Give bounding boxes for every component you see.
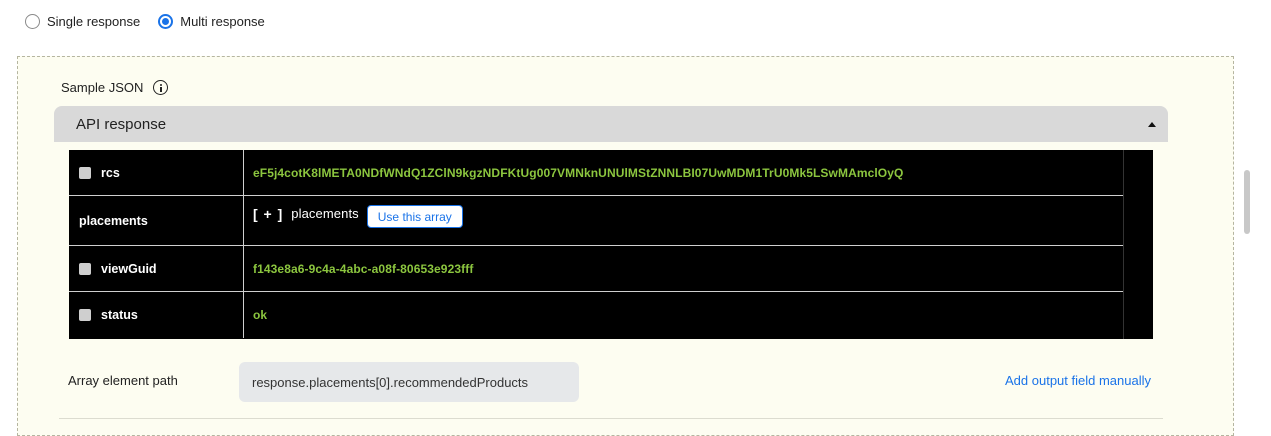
expand-array-toggle[interactable]: [ + ]: [253, 206, 283, 222]
response-mode-group: Single response Multi response: [25, 14, 283, 29]
divider: [59, 418, 1163, 419]
api-response-accordion[interactable]: API response: [54, 106, 1168, 142]
json-row-placements: placements [ + ] placements Use this arr…: [69, 196, 1123, 246]
accordion-title: API response: [76, 115, 167, 133]
json-value: eF5j4cotK8lMETA0NDfWNdQ1ZClN9kgzNDFKtUg0…: [253, 165, 904, 180]
use-this-array-button[interactable]: Use this array: [366, 205, 463, 228]
sample-json-header: Sample JSON: [61, 80, 169, 95]
json-value: f143e8a6-9c4a-4abc-a08f-80653e923fff: [253, 261, 474, 276]
caret-up-icon[interactable]: [1148, 121, 1156, 127]
json-key: rcs: [101, 165, 120, 180]
json-key-cell: rcs: [69, 150, 244, 195]
rcs-checkbox[interactable]: [79, 166, 91, 179]
json-value-cell: ok: [244, 292, 1123, 338]
table-scrollbar[interactable]: [1123, 150, 1153, 339]
array-path-input[interactable]: [239, 362, 579, 402]
json-tree-table: rcs eF5j4cotK8lMETA0NDfWNdQ1ZClN9kgzNDFK…: [69, 150, 1153, 339]
json-row-status: status ok: [69, 292, 1123, 338]
json-key-cell: viewGuid: [69, 246, 244, 291]
array-path-label: Array element path: [68, 373, 178, 388]
json-value-cell: [ + ] placements Use this array: [244, 196, 1123, 245]
response-config-panel: Sample JSON API response rcs eF5j4cotK8l…: [17, 56, 1234, 436]
json-row-rcs: rcs eF5j4cotK8lMETA0NDfWNdQ1ZClN9kgzNDFK…: [69, 150, 1123, 196]
sample-json-label: Sample JSON: [61, 80, 144, 95]
multi-response-label: Multi response: [180, 14, 265, 29]
json-value-cell: eF5j4cotK8lMETA0NDfWNdQ1ZClN9kgzNDFKtUg0…: [244, 150, 1123, 195]
json-rows: rcs eF5j4cotK8lMETA0NDfWNdQ1ZClN9kgzNDFK…: [69, 150, 1123, 339]
page-scrollbar[interactable]: [1244, 170, 1250, 234]
json-row-viewguid: viewGuid f143e8a6-9c4a-4abc-a08f-80653e9…: [69, 246, 1123, 292]
multi-response-radio[interactable]: [158, 14, 174, 29]
json-value-cell: f143e8a6-9c4a-4abc-a08f-80653e923fff: [244, 246, 1123, 291]
add-output-field-link[interactable]: Add output field manually: [1005, 373, 1151, 388]
single-response-radio[interactable]: [25, 14, 40, 29]
info-icon[interactable]: [153, 80, 169, 95]
json-key: status: [101, 308, 138, 322]
json-key: placements: [79, 213, 148, 228]
json-key: viewGuid: [101, 261, 157, 276]
single-response-option[interactable]: Single response: [25, 14, 140, 29]
json-value: ok: [253, 308, 268, 322]
single-response-label: Single response: [47, 14, 141, 29]
array-name: placements: [291, 206, 359, 221]
status-checkbox[interactable]: [79, 309, 91, 321]
json-key-cell: status: [69, 292, 244, 338]
json-key-cell: placements: [69, 196, 244, 245]
viewguid-checkbox[interactable]: [79, 262, 91, 275]
multi-response-option[interactable]: Multi response: [158, 14, 265, 29]
